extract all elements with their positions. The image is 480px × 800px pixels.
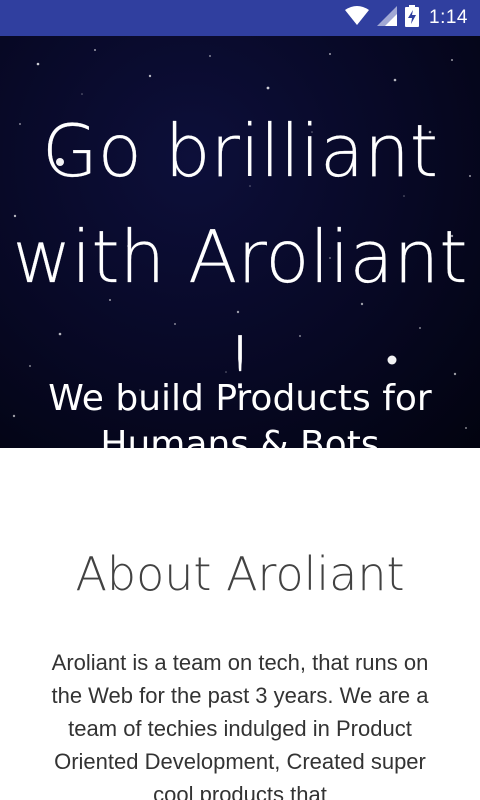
wifi-icon [345, 5, 370, 31]
signal-icon [377, 5, 398, 31]
about-title: About Aroliant [75, 547, 405, 601]
status-time: 1:14 [429, 7, 468, 28]
about-section: About Aroliant Aroliant is a team on tec… [0, 448, 480, 800]
status-bar: 1:14 [0, 0, 480, 36]
hero-banner: Go brilliant with Aroliant ! We build Pr… [0, 36, 480, 448]
hero-title-line-1: Go brilliant [41, 109, 439, 193]
about-description: Aroliant is a team on tech, that runs on… [51, 650, 429, 800]
hero-title: Go brilliant with Aroliant ! [0, 98, 480, 416]
hero-subtitle: We build Products for Humans & Bots [48, 378, 432, 448]
battery-charging-icon [405, 4, 420, 32]
